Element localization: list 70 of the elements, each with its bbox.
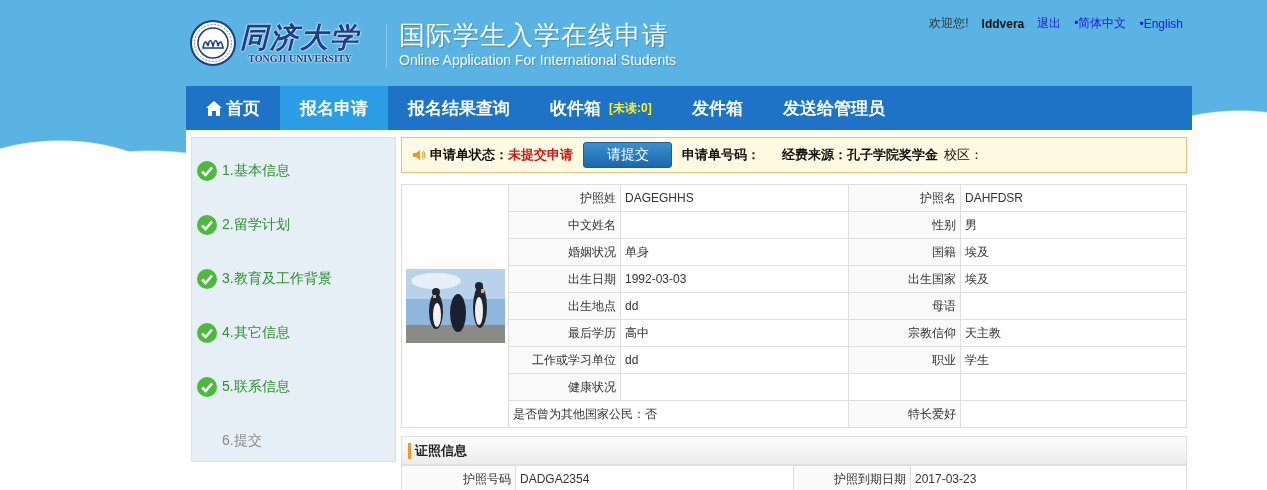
field-label: 中文姓名 [568, 217, 616, 232]
field-label: 国籍 [932, 244, 956, 259]
nav-tab[interactable]: 发送给管理员 [762, 86, 905, 130]
step-link[interactable]: 2.留学计划 [197, 198, 395, 252]
field-value: dd [625, 353, 639, 367]
unread-count: [未读:0] [609, 99, 652, 117]
field-value: 埃及 [965, 244, 989, 259]
field-value: 2017-03-23 [915, 472, 977, 486]
field-label: 出生国家 [908, 271, 956, 286]
submit-button[interactable]: 请提交 [583, 142, 672, 168]
check-circle-icon [197, 161, 217, 181]
field-label: 性别 [932, 217, 956, 232]
step-link[interactable]: 4.其它信息 [197, 306, 395, 360]
university-name: 同济大学 [240, 22, 360, 53]
check-circle-icon [197, 323, 217, 343]
site-subtitle: Online Application For International Students [399, 52, 677, 68]
field-value: 1992-03-03 [625, 272, 687, 286]
site-title: 国际学生入学在线申请 [399, 20, 670, 50]
section-title: 证照信息 [408, 442, 467, 459]
field-label: 护照号码 [463, 471, 511, 486]
check-circle-icon [197, 269, 217, 289]
logout-link[interactable]: 退出 [1037, 15, 1062, 32]
field-label: 宗教信仰 [908, 325, 956, 340]
field-label: 护照到期日期 [834, 471, 906, 486]
university-name-english: TONGJI UNIVERSITY [248, 52, 352, 64]
field-label: 婚姻状况 [568, 244, 616, 259]
field-label: 工作或学习单位 [532, 352, 616, 367]
field-label: 母语 [932, 298, 956, 313]
field-label: 健康状况 [568, 379, 616, 394]
step-link[interactable]: 3.教育及工作背景 [197, 252, 395, 306]
check-circle-icon [197, 215, 217, 235]
status-value: 未提交申请 [508, 146, 573, 164]
step-link[interactable]: 5.联系信息 [197, 360, 395, 414]
nav-tab[interactable]: 收件箱 [未读:0] [530, 86, 672, 130]
funding-source-text: 经费来源：孔子学院奖学金 [782, 146, 938, 164]
field-value: 埃及 [965, 271, 989, 286]
field-value: DAGEGHHS [625, 191, 694, 205]
check-circle-icon [197, 377, 217, 397]
status-label: 申请单状态： [430, 146, 508, 164]
campus-label: 校区： [944, 146, 983, 164]
field-label: 职业 [932, 352, 956, 367]
field-label: 护照姓 [580, 190, 616, 205]
field-value: 高中 [625, 325, 649, 340]
home-icon [206, 100, 222, 116]
language-link[interactable]: •简体中文 [1074, 15, 1127, 32]
field-statement: 是否曾为其他国家公民：否 [513, 406, 657, 421]
field-value: dd [625, 299, 639, 313]
nav-tab[interactable]: 报名结果查询 [388, 86, 530, 130]
speaker-icon [412, 148, 426, 162]
field-value: 学生 [965, 352, 989, 367]
field-label: 出生日期 [568, 271, 616, 286]
university-seal-icon [190, 20, 236, 66]
application-number-label: 申请单号码： [682, 146, 760, 164]
nav-tab[interactable]: 报名申请 [280, 86, 388, 130]
step-link[interactable]: 6.提交 [197, 414, 395, 468]
greeting-text: 欢迎您! [929, 15, 969, 32]
language-link[interactable]: •English [1139, 16, 1183, 31]
username: lddvera [981, 16, 1025, 31]
field-value: DAHFDSR [965, 191, 1023, 205]
field-label: 最后学历 [568, 325, 616, 340]
field-value: 男 [965, 217, 977, 232]
field-value: 单身 [625, 244, 649, 259]
nav-tab[interactable]: 发件箱 [671, 86, 763, 130]
field-label: 特长爱好 [908, 406, 956, 421]
field-value: DADGA2354 [520, 472, 590, 486]
nav-tab[interactable]: 首页 [186, 86, 280, 130]
step-link[interactable]: 1.基本信息 [197, 144, 395, 198]
field-label: 出生地点 [568, 298, 616, 313]
field-label: 护照名 [920, 190, 956, 205]
field-value: 天主教 [965, 325, 1001, 340]
